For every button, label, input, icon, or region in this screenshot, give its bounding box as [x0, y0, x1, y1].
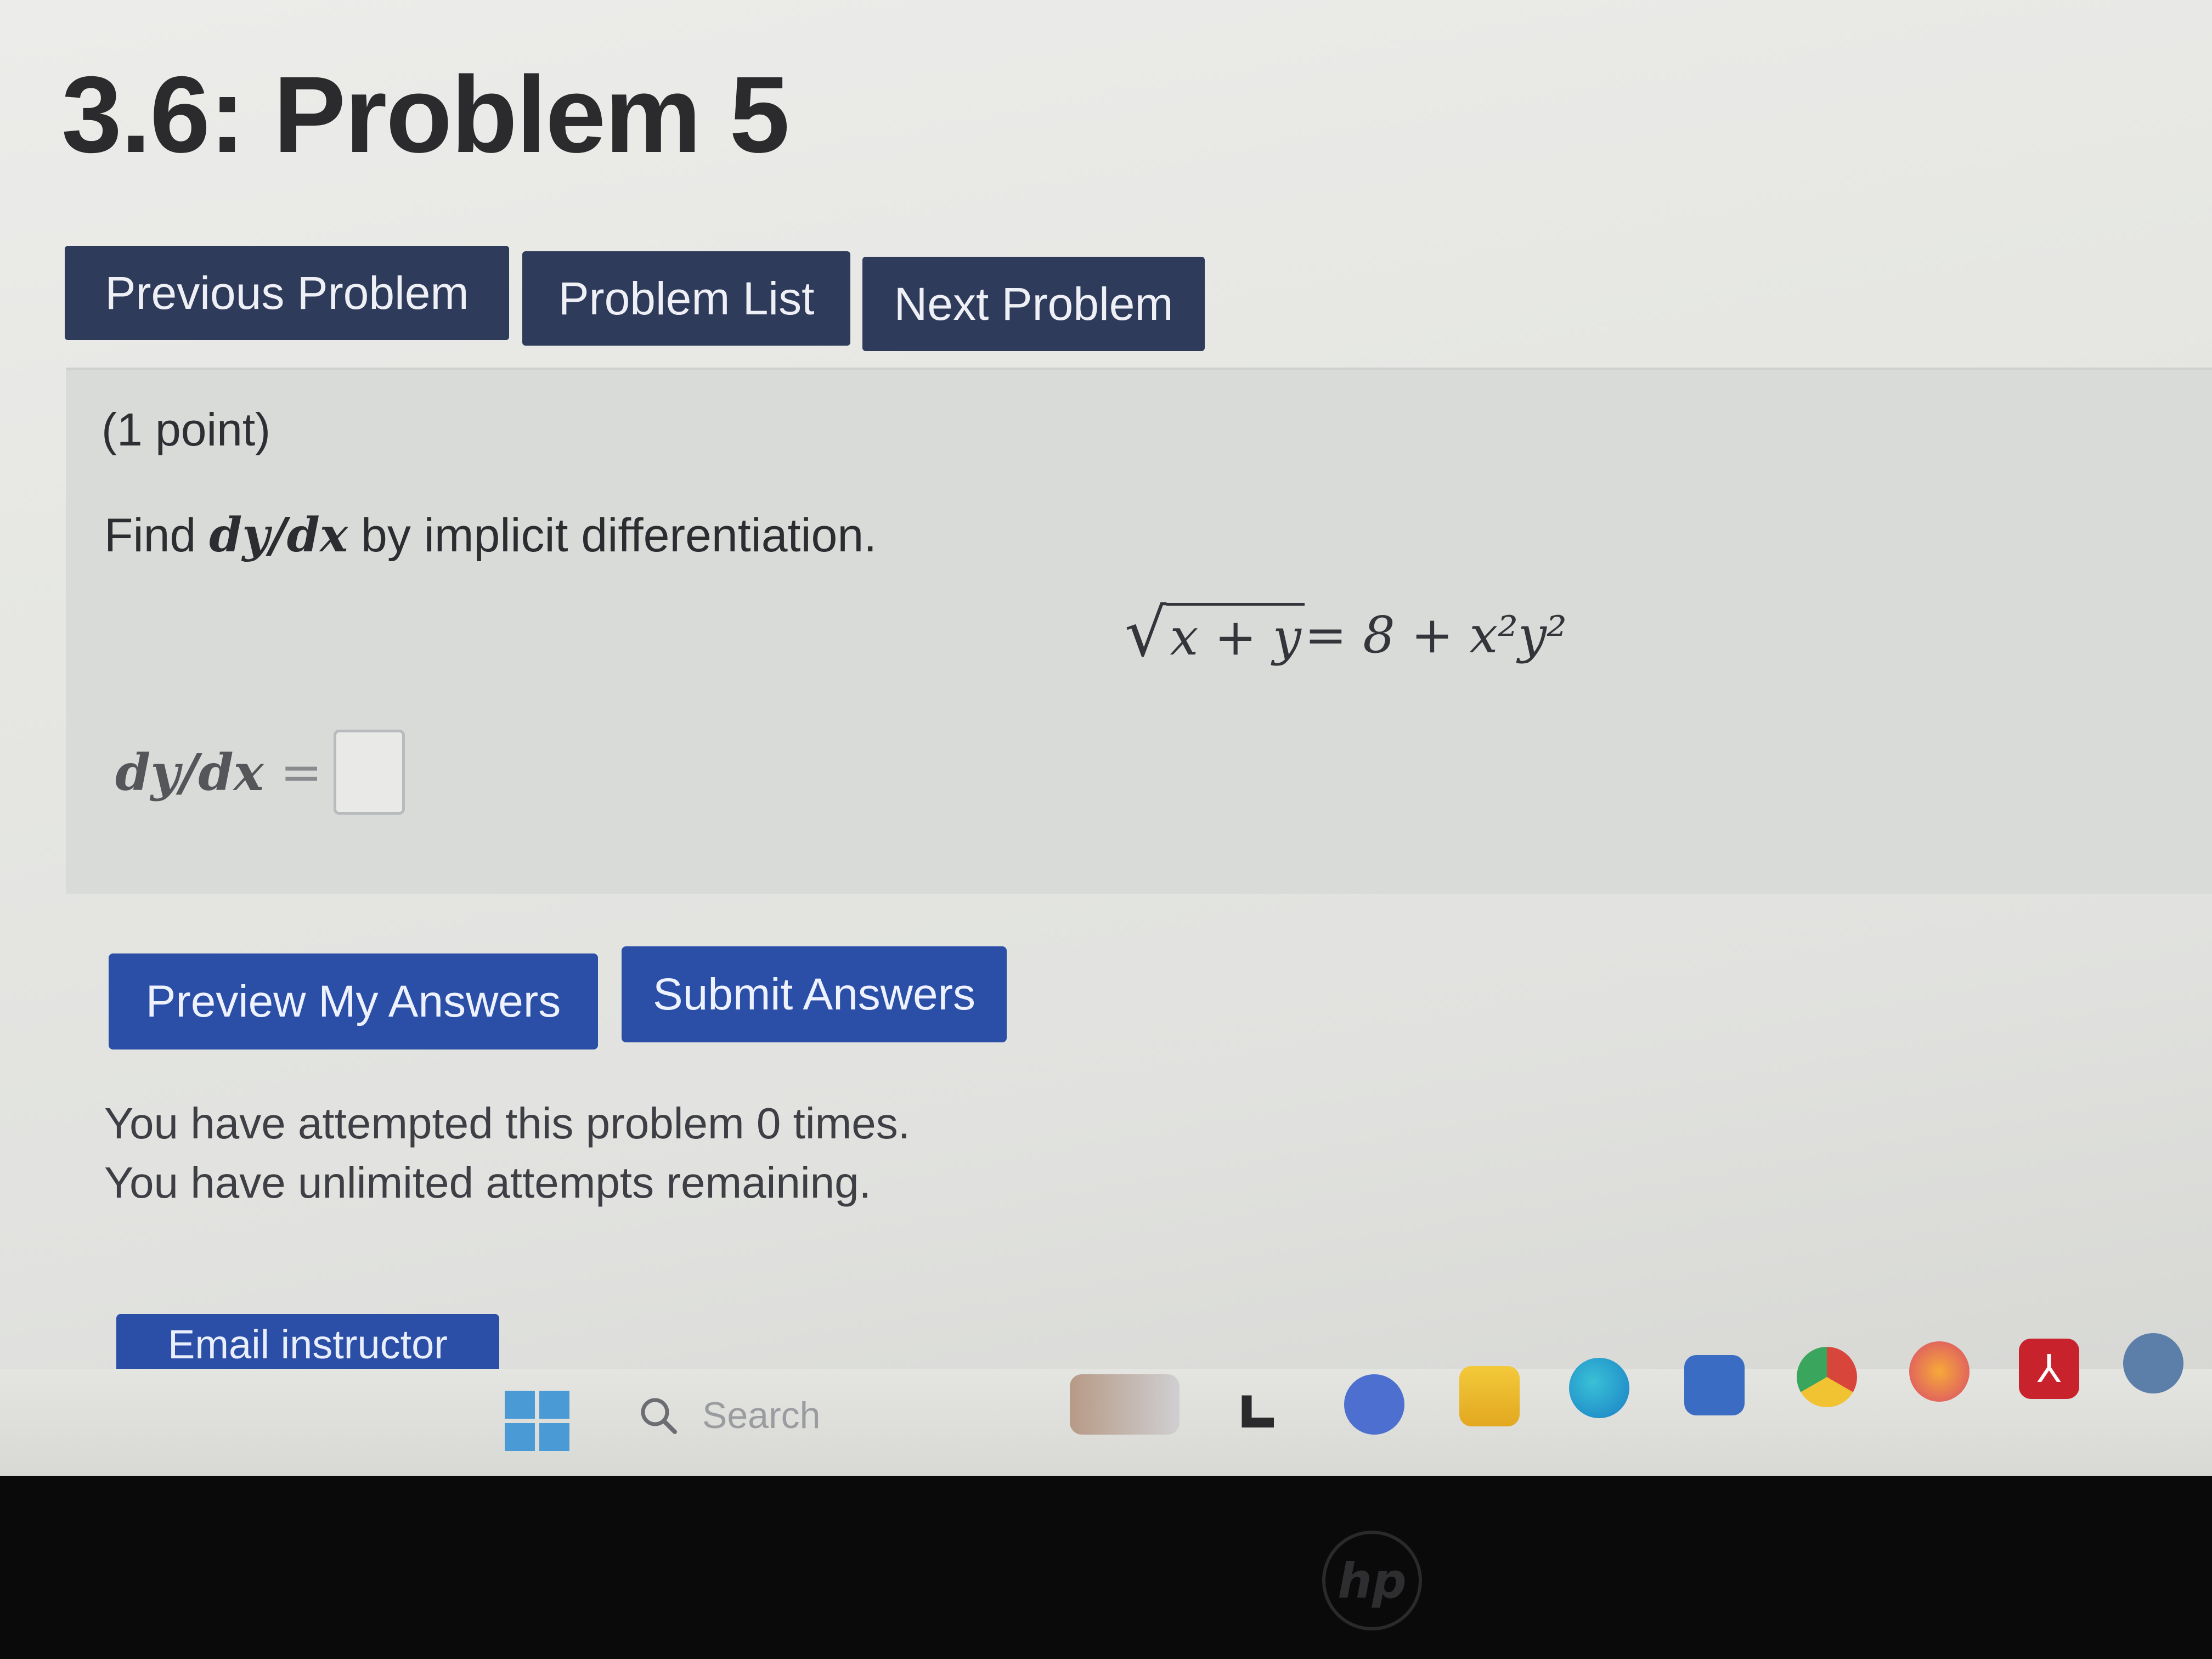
preview-answers-button[interactable]: Preview My Answers	[109, 953, 598, 1049]
instructions-prefix: Find	[104, 509, 210, 562]
search-icon	[641, 1398, 677, 1434]
answer-input[interactable]	[333, 730, 405, 815]
instructions-suffix: by implicit differentiation.	[348, 509, 877, 562]
attempts-count-text: You have attempted this problem 0 times.	[104, 1099, 910, 1148]
store-icon[interactable]	[1684, 1355, 1745, 1415]
screen: 3.6: Problem 5 Previous Problem Problem …	[0, 0, 2212, 1476]
file-explorer-icon[interactable]	[1459, 1366, 1520, 1426]
chrome-icon[interactable]	[1797, 1347, 1857, 1407]
hp-logo: hp	[1322, 1531, 1422, 1630]
answer-label: dy/dx	[115, 742, 264, 802]
page-title: 3.6: Problem 5	[61, 54, 790, 175]
equation: √ x + y = 8 + x²y²	[1125, 601, 1567, 667]
search-placeholder: Search	[702, 1395, 821, 1436]
settings-icon[interactable]	[2123, 1333, 2183, 1393]
instructions-math: dy/dx	[209, 507, 348, 563]
equation-rest: = 8 + x²y²	[1304, 606, 1567, 664]
answer-equals: =	[280, 743, 323, 802]
edge-icon[interactable]	[1569, 1358, 1629, 1418]
answer-row: dy/dx =	[115, 730, 405, 815]
task-view-icon[interactable]	[1229, 1383, 1289, 1443]
email-instructor-label: Email instructor	[168, 1322, 448, 1367]
points-label: (1 point)	[101, 404, 271, 455]
equation-radicand: x + y	[1166, 603, 1305, 667]
problem-list-button[interactable]: Problem List	[522, 251, 850, 346]
acrobat-icon[interactable]: ⅄	[2019, 1339, 2079, 1399]
previous-problem-button[interactable]: Previous Problem	[65, 246, 509, 340]
chat-icon[interactable]	[1344, 1374, 1404, 1435]
email-instructor-button[interactable]: Email instructor	[116, 1314, 499, 1369]
widgets-icon[interactable]	[1070, 1374, 1180, 1435]
windows-start-icon[interactable]	[505, 1391, 569, 1451]
next-problem-button[interactable]: Next Problem	[862, 257, 1205, 351]
instructions: Find dy/dx by implicit differentiation.	[104, 507, 877, 563]
taskbar-search[interactable]: Search	[636, 1393, 820, 1437]
sqrt-sign: √	[1125, 595, 1167, 672]
attempts-remaining-text: You have unlimited attempts remaining.	[104, 1158, 871, 1207]
firefox-icon[interactable]	[1909, 1341, 1970, 1402]
submit-answers-button[interactable]: Submit Answers	[622, 946, 1007, 1042]
